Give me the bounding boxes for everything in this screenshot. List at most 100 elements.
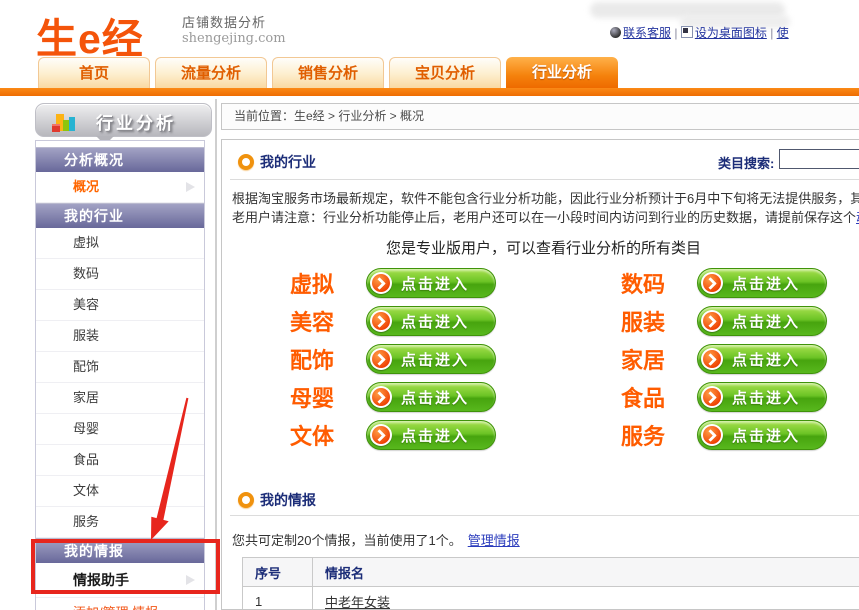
intel-summary: 您共可定制20个情报，当前使用了1个。管理情报 bbox=[232, 530, 520, 549]
sidebar-item-services[interactable]: 服务 bbox=[36, 507, 204, 538]
arrow-inner-icon bbox=[703, 274, 721, 292]
sidebar-item-add-manage-intel[interactable]: 添加/管理 情报 bbox=[36, 598, 204, 610]
notice-line2: 老用户请注意：行业分析功能停止后，老用户还可以在一小段时间内访问到行业的历史数据… bbox=[232, 208, 859, 227]
enter-button-label: 点击进入 bbox=[401, 425, 469, 446]
sidebar-item-sports[interactable]: 文体 bbox=[36, 476, 204, 507]
intel-table: 序号 情报名 1 中老年女装 bbox=[242, 557, 859, 610]
sidebar-item-apparel[interactable]: 服装 bbox=[36, 321, 204, 352]
arrow-circle-icon bbox=[370, 310, 392, 332]
arrow-inner-icon bbox=[703, 350, 721, 368]
category-row: 美容 点击进入 服装 点击进入 bbox=[266, 306, 827, 336]
enter-button[interactable]: 点击进入 bbox=[366, 344, 496, 374]
intel-table-row: 1 中老年女装 bbox=[243, 587, 859, 610]
industry-section-title: 我的行业 bbox=[260, 152, 316, 172]
enter-button[interactable]: 点击进入 bbox=[366, 420, 496, 450]
tab-traffic-analysis[interactable]: 流量分析 bbox=[155, 57, 267, 88]
sidebar-item-intel-assistant[interactable]: 情报助手 bbox=[36, 563, 204, 598]
enter-button[interactable]: 点击进入 bbox=[697, 268, 827, 298]
category-label: 配饰 bbox=[266, 343, 358, 375]
category-label: 服务 bbox=[597, 419, 689, 451]
logo-domain: shengejing.com bbox=[182, 31, 286, 47]
main-panel: 我的行业 类目搜索: 根据淘宝服务市场最新规定，软件不能包含行业分析功能，因此行… bbox=[221, 139, 859, 610]
sidebar-item-home[interactable]: 家居 bbox=[36, 383, 204, 414]
sidebar-item-beauty[interactable]: 美容 bbox=[36, 290, 204, 321]
bar-chart-3d-icon bbox=[48, 107, 78, 137]
enter-button-label: 点击进入 bbox=[732, 387, 800, 408]
enter-button[interactable]: 点击进入 bbox=[697, 420, 827, 450]
col-header-name: 情报名 bbox=[313, 558, 859, 587]
cell-row-no: 1 bbox=[243, 587, 313, 610]
top-links: 联系客服 | 设为桌面图标 | 使 bbox=[610, 24, 859, 41]
sidebar-item-overview[interactable]: 概况 bbox=[36, 172, 204, 203]
logo-subtitle-block: 店铺数据分析 shengejing.com bbox=[182, 15, 286, 47]
help-link-partial[interactable]: 使 bbox=[777, 26, 789, 40]
page: { "header": { "logo_title": "生e经", "logo… bbox=[0, 0, 859, 610]
manage-intel-link[interactable]: 管理情报 bbox=[468, 533, 520, 548]
active-arrow-icon bbox=[186, 182, 195, 192]
chevron-right-icon bbox=[373, 353, 386, 366]
enter-button[interactable]: 点击进入 bbox=[697, 382, 827, 412]
chevron-right-icon bbox=[373, 315, 386, 328]
set-desktop-icon-link[interactable]: 设为桌面图标 bbox=[695, 26, 767, 40]
enter-button[interactable]: 点击进入 bbox=[697, 306, 827, 336]
category-row: 虚拟 点击进入 数码 点击进入 bbox=[266, 268, 827, 298]
sidebar-title: 行业分析 bbox=[96, 109, 176, 134]
category-row: 母婴 点击进入 食品 点击进入 bbox=[266, 382, 827, 412]
sidebar-item-food[interactable]: 食品 bbox=[36, 445, 204, 476]
sidebar-item-label: 概况 bbox=[73, 179, 99, 194]
arrow-circle-icon bbox=[701, 348, 723, 370]
app-logo: 生e经 bbox=[36, 5, 144, 65]
intel-section-title: 我的情报 bbox=[260, 490, 316, 510]
logo-subtitle: 店铺数据分析 bbox=[182, 15, 286, 31]
tab-home[interactable]: 首页 bbox=[38, 57, 150, 88]
tab-item-analysis[interactable]: 宝贝分析 bbox=[389, 57, 501, 88]
category-label: 食品 bbox=[597, 381, 689, 413]
arrow-circle-icon bbox=[370, 348, 392, 370]
chevron-right-icon bbox=[704, 315, 717, 328]
enter-button[interactable]: 点击进入 bbox=[366, 268, 496, 298]
enter-button-label: 点击进入 bbox=[401, 311, 469, 332]
contact-support-link[interactable]: 联系客服 bbox=[623, 26, 671, 40]
category-row: 配饰 点击进入 家居 点击进入 bbox=[266, 344, 827, 374]
sidebar-title-band: 行业分析 bbox=[35, 103, 212, 137]
enter-button[interactable]: 点击进入 bbox=[697, 344, 827, 374]
enter-button[interactable]: 点击进入 bbox=[366, 382, 496, 412]
category-search-input[interactable] bbox=[779, 149, 859, 169]
cell-intel-name: 中老年女装 bbox=[313, 587, 859, 610]
tabbar-underline bbox=[0, 88, 859, 96]
enter-button-label: 点击进入 bbox=[732, 349, 800, 370]
chevron-right-icon bbox=[373, 429, 386, 442]
sidebar-item-label: 情报助手 bbox=[73, 572, 129, 588]
intel-item-link[interactable]: 中老年女装 bbox=[325, 595, 390, 610]
chevron-right-icon bbox=[373, 391, 386, 404]
enter-button-label: 点击进入 bbox=[401, 273, 469, 294]
notice-line1: 根据淘宝服务市场最新规定，软件不能包含行业分析功能，因此行业分析预计于6月中下旬… bbox=[232, 189, 859, 208]
category-label: 文体 bbox=[266, 419, 358, 451]
sidebar-item-accessories[interactable]: 配饰 bbox=[36, 352, 204, 383]
tab-industry-analysis[interactable]: 行业分析 bbox=[506, 57, 618, 88]
tab-sales-analysis[interactable]: 销售分析 bbox=[272, 57, 384, 88]
arrow-inner-icon bbox=[372, 350, 390, 368]
link-separator: | bbox=[770, 26, 773, 40]
active-arrow-icon bbox=[186, 575, 195, 585]
breadcrumb: 当前位置：生e经 > 行业分析 > 概况 bbox=[221, 103, 859, 130]
sidebar-item-digital[interactable]: 数码 bbox=[36, 259, 204, 290]
desktop-shortcut-icon bbox=[681, 26, 693, 38]
notice-text: 根据淘宝服务市场最新规定，软件不能包含行业分析功能，因此行业分析预计于6月中下旬… bbox=[232, 189, 859, 227]
chevron-right-icon bbox=[704, 429, 717, 442]
intel-table-header-row: 序号 情报名 bbox=[243, 558, 859, 587]
sidebar-item-baby[interactable]: 母婴 bbox=[36, 414, 204, 445]
chevron-right-icon bbox=[373, 277, 386, 290]
enter-button[interactable]: 点击进入 bbox=[366, 306, 496, 336]
link-separator: | bbox=[674, 26, 677, 40]
arrow-circle-icon bbox=[701, 272, 723, 294]
category-row: 文体 点击进入 服务 点击进入 bbox=[266, 420, 827, 450]
arrow-circle-icon bbox=[370, 386, 392, 408]
col-header-no: 序号 bbox=[243, 558, 313, 587]
arrow-circle-icon bbox=[701, 310, 723, 332]
section-bullet-icon bbox=[238, 154, 254, 170]
arrow-inner-icon bbox=[703, 312, 721, 330]
sidebar-item-virtual[interactable]: 虚拟 bbox=[36, 228, 204, 259]
arrow-circle-icon bbox=[701, 386, 723, 408]
category-label: 数码 bbox=[597, 267, 689, 299]
